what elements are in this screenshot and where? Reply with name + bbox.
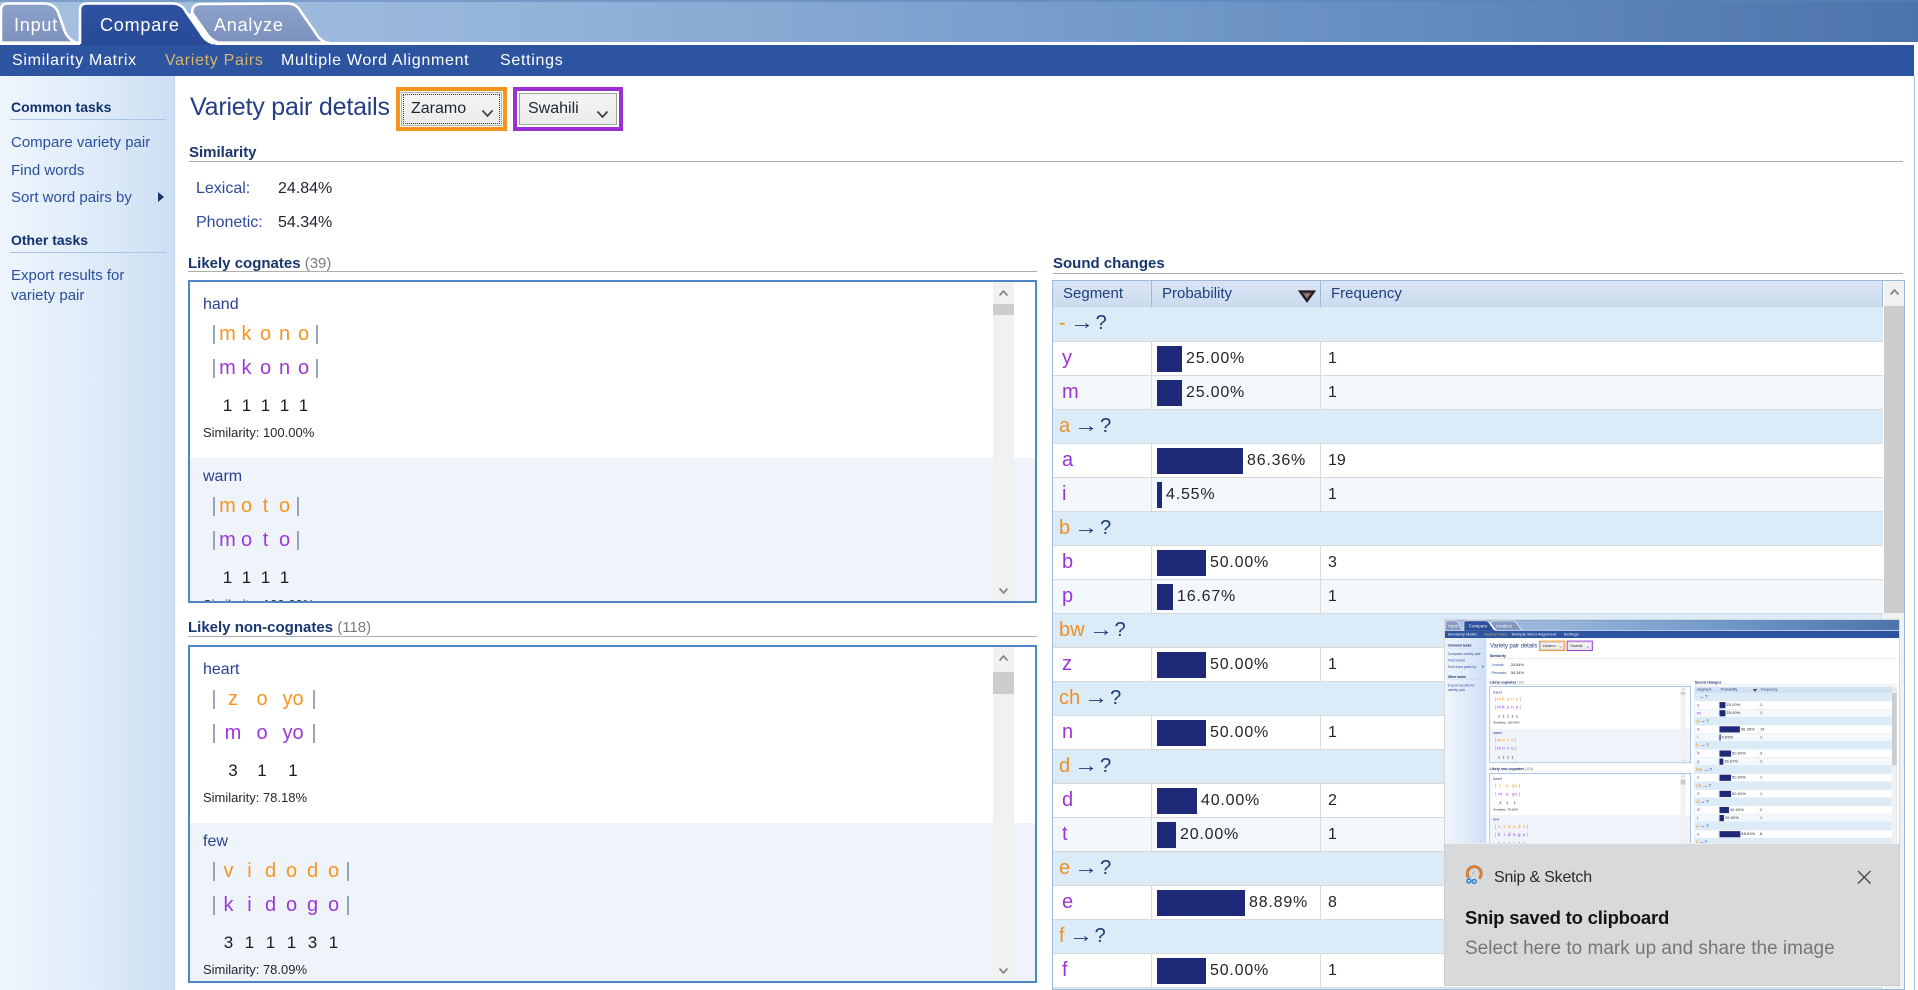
svg-text:Compare: Compare bbox=[1469, 623, 1488, 628]
svg-text:Compare: Compare bbox=[100, 15, 180, 35]
svg-text:Analyze: Analyze bbox=[214, 15, 284, 35]
svg-text:Analyze: Analyze bbox=[1496, 623, 1513, 628]
svg-text:Input: Input bbox=[14, 15, 58, 35]
svg-text:Input: Input bbox=[1448, 623, 1459, 628]
